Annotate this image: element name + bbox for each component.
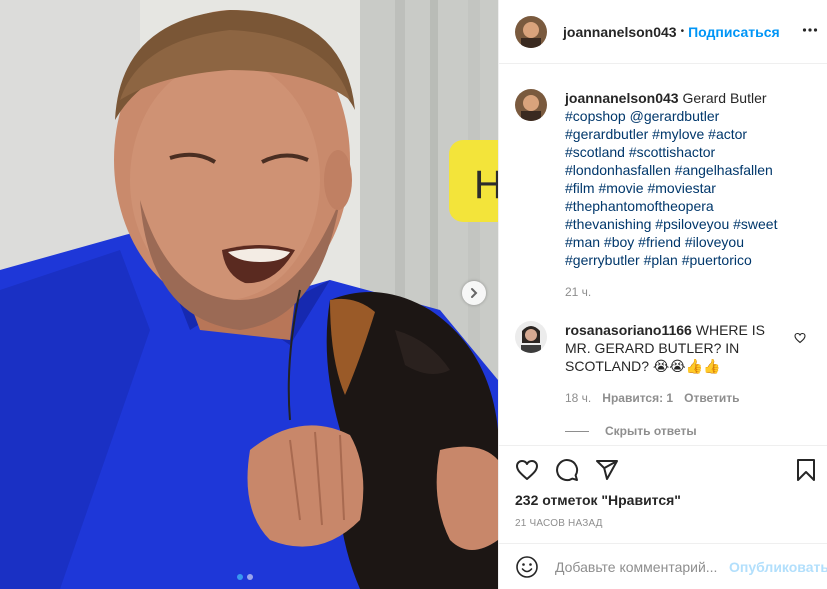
replies-divider-line (565, 430, 589, 432)
post-container: H joannanelson043 • Подписаться joannane… (0, 0, 827, 589)
sign-letter: H (474, 163, 498, 207)
comment-like-button[interactable] (794, 331, 806, 347)
comment-time[interactable]: 18 ч. (565, 389, 591, 407)
smiley-icon (516, 555, 538, 578)
comment-icon (556, 459, 579, 482)
post-media[interactable]: H (0, 0, 498, 589)
header-separator: • (680, 26, 685, 37)
caption-meta: 21 ч. (565, 283, 790, 301)
author-avatar[interactable] (515, 15, 547, 48)
comment-button[interactable] (555, 458, 579, 482)
caption-hashtags[interactable]: #copshop @gerardbutler #gerardbutler #my… (565, 108, 777, 268)
heart-outline-icon (794, 332, 806, 344)
post-side-panel: joannanelson043 • Подписаться joannanels… (498, 0, 827, 589)
emoji-button[interactable] (515, 555, 539, 579)
bookmark-icon (797, 459, 815, 481)
caption-username[interactable]: joannanelson043 (565, 90, 679, 106)
comment-input[interactable] (555, 558, 725, 575)
add-comment-form: Опубликовать (499, 543, 827, 589)
hide-replies-label: Скрыть ответы (605, 424, 697, 438)
carousel-dot-active (237, 574, 243, 580)
post-timestamp[interactable]: 21 ЧАСОВ НАЗАД (515, 518, 603, 529)
publish-button[interactable]: Опубликовать (729, 559, 827, 575)
chevron-right-icon (471, 288, 478, 298)
likes-count[interactable]: 232 отметок "Нравится" (515, 492, 681, 508)
caption-text: Gerard Butler (682, 90, 767, 106)
carousel-indicator (237, 574, 253, 580)
next-slide-button[interactable] (462, 281, 486, 305)
author-username[interactable]: joannanelson043 (563, 24, 677, 40)
like-button[interactable] (515, 458, 539, 482)
commenter-avatar[interactable] (515, 321, 547, 353)
save-button[interactable] (794, 458, 818, 482)
reply-button[interactable]: Ответить (684, 389, 739, 407)
post-photo: H (0, 0, 498, 589)
post-actions: 232 отметок "Нравится" 21 ЧАСОВ НАЗАД (499, 445, 827, 543)
caption: joannanelson043 Gerard Butler #copshop @… (515, 89, 790, 301)
share-icon (596, 460, 618, 480)
comment-item: rosanasoriano1166 WHERE IS MR. GERARD BU… (515, 321, 790, 407)
caption-author-avatar[interactable] (515, 89, 547, 121)
commenter-username[interactable]: rosanasoriano1166 (565, 322, 692, 338)
heart-outline-icon (516, 460, 538, 480)
comment-likes[interactable]: Нравится: 1 (602, 389, 673, 407)
post-header: joannanelson043 • Подписаться (499, 0, 827, 64)
action-icons (515, 458, 619, 482)
comments-list[interactable]: joannanelson043 Gerard Butler #copshop @… (499, 64, 827, 445)
yellow-sign: H (449, 140, 498, 222)
carousel-dot (247, 574, 253, 580)
more-horizontal-icon (802, 28, 818, 32)
comment-body: rosanasoriano1166 WHERE IS MR. GERARD BU… (565, 321, 790, 407)
caption-time[interactable]: 21 ч. (565, 283, 591, 301)
hide-replies-button[interactable]: Скрыть ответы (565, 424, 697, 438)
more-options-button[interactable] (802, 22, 818, 41)
share-button[interactable] (595, 458, 619, 482)
comment-meta: 18 ч. Нравится: 1 Ответить (565, 389, 790, 407)
follow-button[interactable]: Подписаться (688, 24, 780, 40)
caption-body: joannanelson043 Gerard Butler #copshop @… (565, 89, 790, 301)
